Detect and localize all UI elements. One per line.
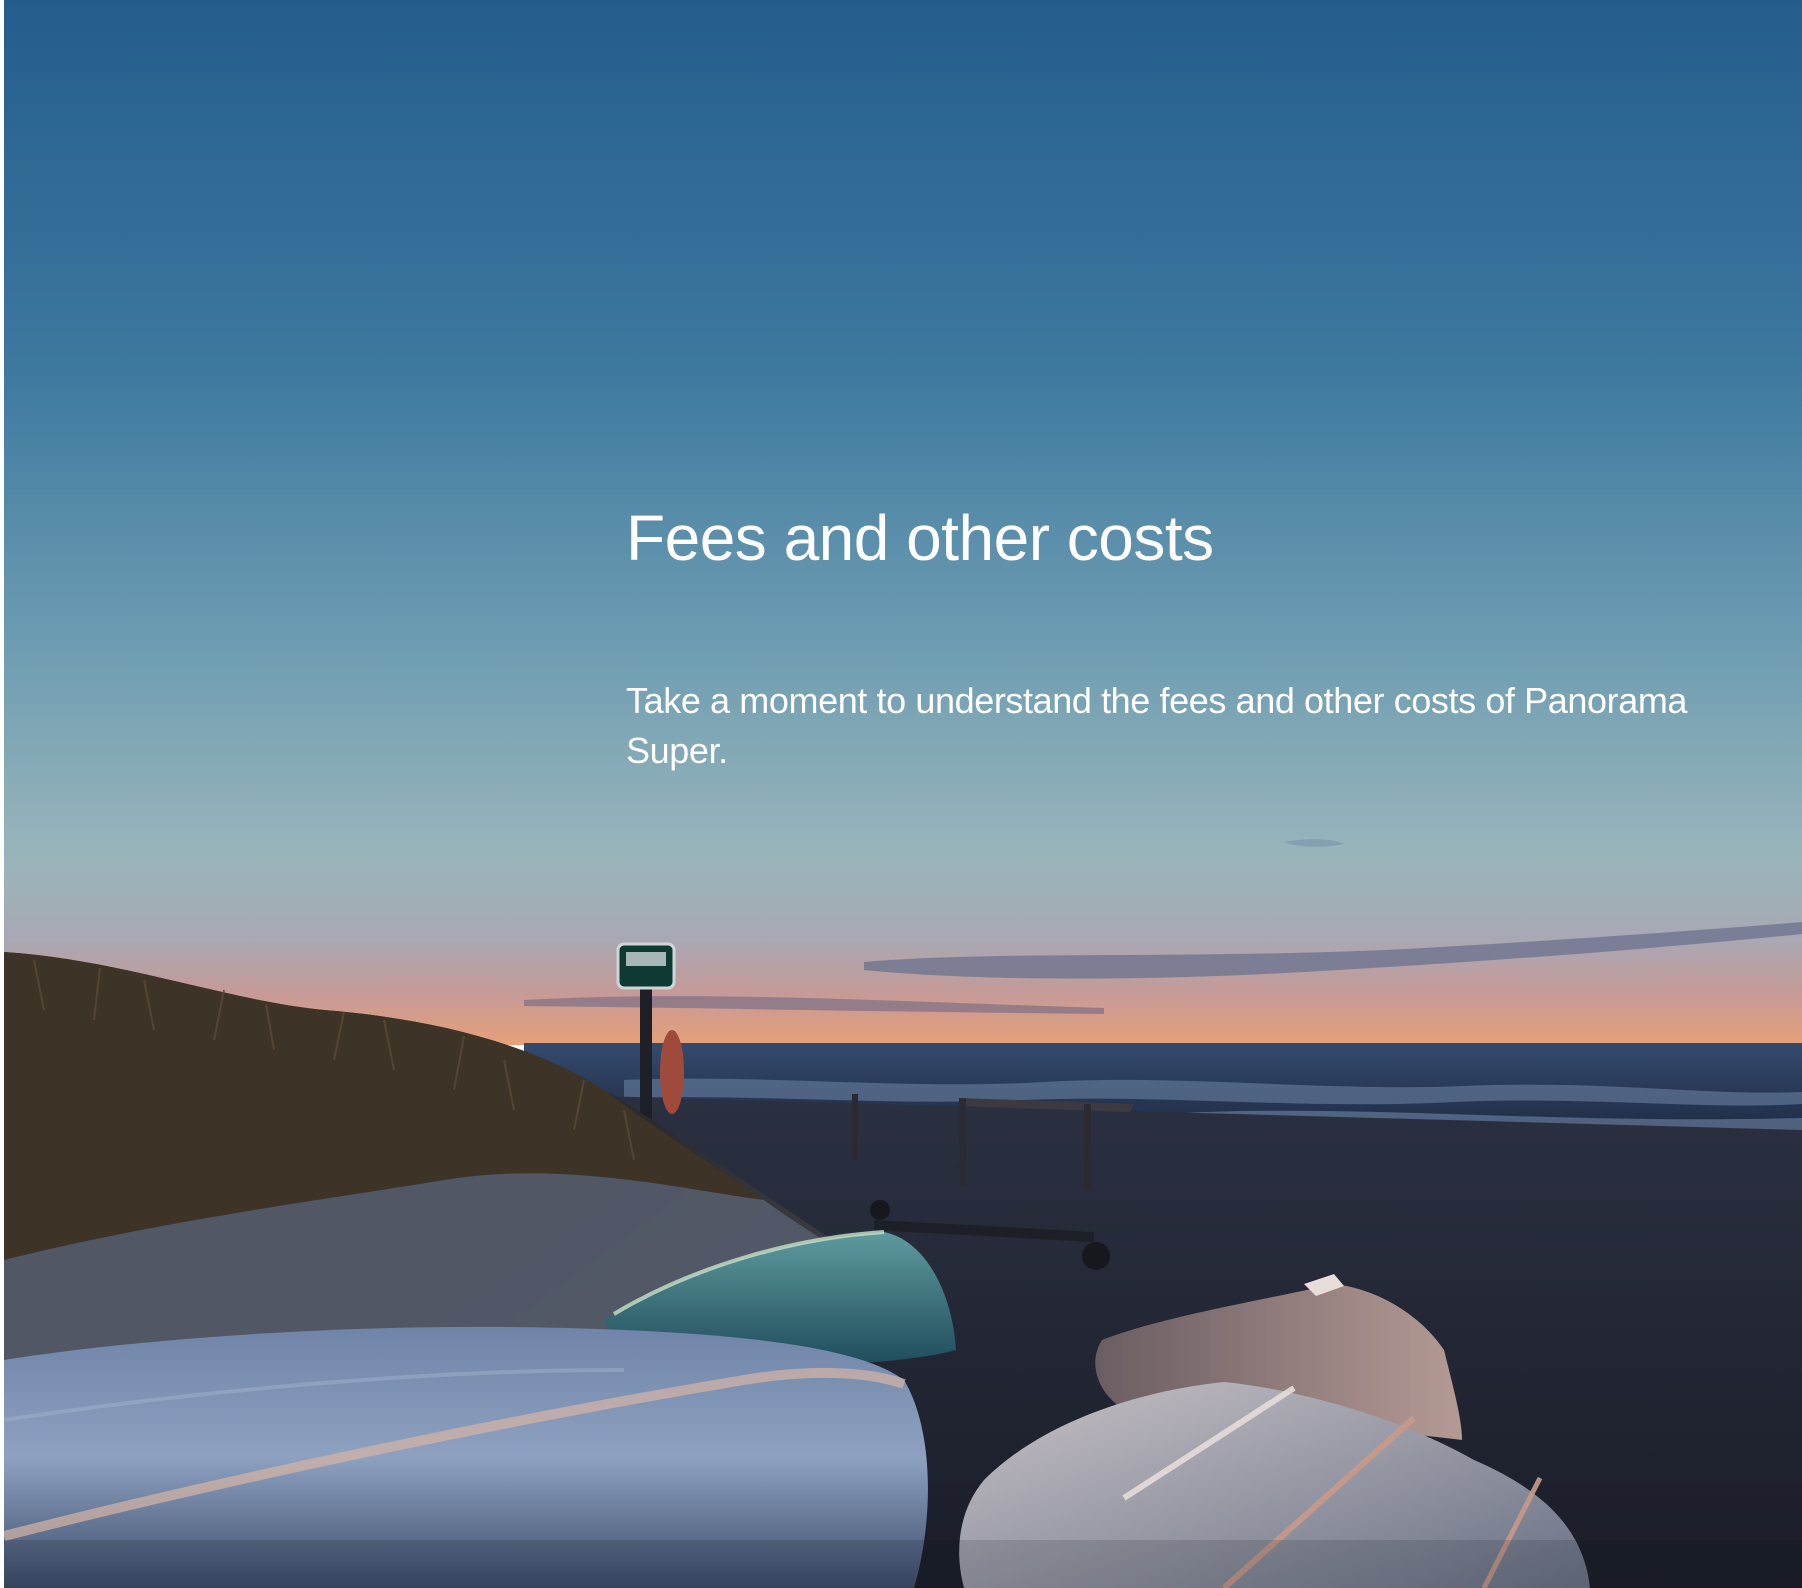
page-title: Fees and other costs	[626, 502, 1214, 574]
page: Fees and other costs Take a moment to un…	[0, 0, 1802, 1588]
beach-scene-illustration	[4, 0, 1802, 1588]
intro-paragraph: Take a moment to understand the fees and…	[626, 680, 1688, 771]
hero-image	[4, 0, 1802, 1588]
